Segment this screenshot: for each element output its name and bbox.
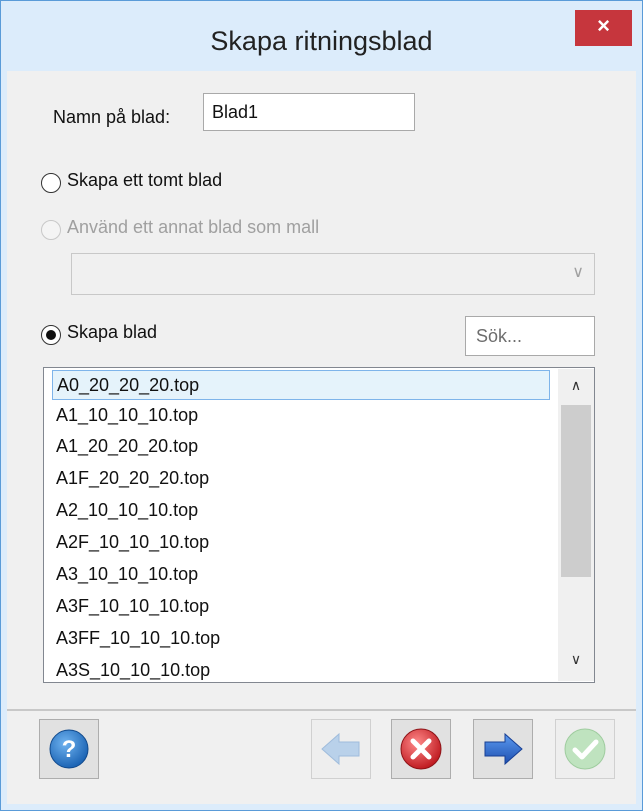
help-icon: ? [49, 729, 89, 769]
dialog-window: Skapa ritningsblad × Namn på blad: Blad1… [0, 0, 643, 811]
radio-template-label: Använd ett annat blad som mall [67, 217, 320, 237]
cancel-button[interactable] [391, 719, 451, 779]
cancel-icon [400, 728, 442, 770]
list-item[interactable]: A3F_10_10_10.top [52, 592, 550, 622]
title-bar[interactable]: Skapa ritningsblad × [1, 1, 642, 56]
scroll-down-icon[interactable]: ∨ [558, 651, 594, 668]
list-item[interactable]: A3_10_10_10.top [52, 560, 550, 590]
back-button[interactable] [311, 719, 371, 779]
radio-button[interactable] [41, 173, 61, 193]
list-item[interactable]: A0_20_20_20.top [52, 370, 550, 400]
check-icon [564, 728, 606, 770]
list-item[interactable]: A3FF_10_10_10.top [52, 624, 550, 654]
divider [7, 709, 636, 711]
finish-button[interactable] [555, 719, 615, 779]
list-item[interactable]: A2_10_10_10.top [52, 496, 550, 526]
radio-dot [46, 330, 56, 340]
scroll-up-icon[interactable]: ∧ [558, 377, 594, 394]
svg-text:?: ? [62, 736, 77, 763]
help-button[interactable]: ? [39, 719, 99, 779]
search-input[interactable]: Sök... [465, 316, 595, 356]
list-item[interactable]: A1F_20_20_20.top [52, 464, 550, 494]
radio-empty-label: Skapa ett tomt blad [67, 170, 223, 190]
vertical-scrollbar[interactable]: ∧ ∨ [558, 369, 594, 681]
list-item[interactable]: A3S_10_10_10.top [52, 656, 550, 682]
radio-button[interactable] [41, 220, 61, 240]
dialog-title: Skapa ritningsblad [210, 26, 433, 56]
list-item[interactable]: A1_20_20_20.top [52, 432, 550, 462]
template-select[interactable]: ∨ [71, 253, 595, 295]
scroll-thumb[interactable] [561, 405, 591, 577]
next-button[interactable] [473, 719, 533, 779]
arrow-left-icon [321, 732, 360, 766]
dialog-body: Namn på blad: Blad1 Skapa ett tomt blad … [7, 71, 636, 804]
radio-create-label: Skapa blad [67, 322, 158, 342]
radio-button[interactable] [41, 325, 61, 345]
close-button[interactable]: × [575, 10, 632, 46]
sheet-name-input[interactable]: Blad1 [203, 93, 415, 131]
close-icon: × [597, 13, 610, 38]
list-item[interactable]: A1_10_10_10.top [52, 401, 550, 431]
name-label: Namn på blad: [53, 107, 171, 127]
chevron-down-icon: ∨ [572, 264, 584, 281]
arrow-right-icon [484, 732, 523, 766]
sheet-template-list[interactable]: A0_20_20_20.top A1_10_10_10.top A1_20_20… [43, 367, 595, 683]
list-item[interactable]: A2F_10_10_10.top [52, 528, 550, 558]
